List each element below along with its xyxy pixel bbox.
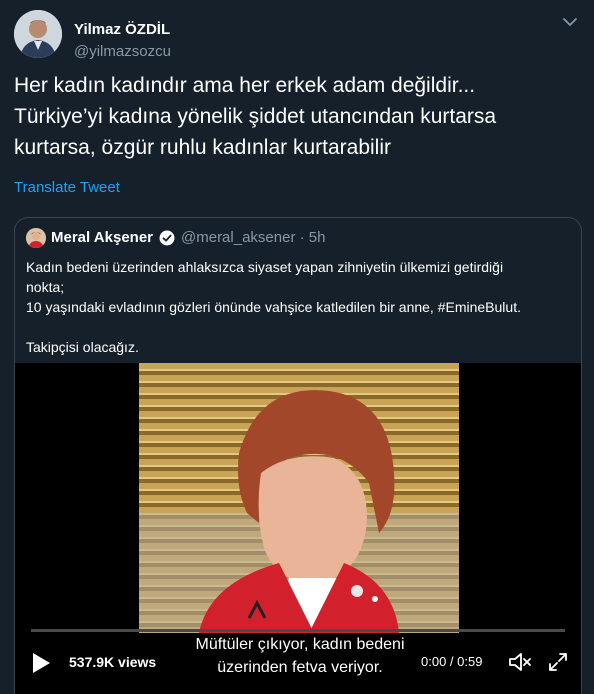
chevron-down-icon[interactable]	[560, 12, 580, 32]
quoted-author-handle[interactable]: @meral_aksener · 5h	[181, 229, 325, 246]
tweet-header: Yilmaz ÖZDİL @yilmazsozcu	[14, 10, 582, 60]
video-subtitle-line: Müftüler çıkıyor, kadın bedeni	[195, 636, 405, 653]
quoted-text-line: 10 yaşındaki evladının gözleri önünde va…	[26, 299, 521, 315]
quoted-text-line: nokta;	[26, 279, 65, 295]
video-view-count: 537.9K views	[69, 654, 157, 670]
video-frame[interactable]	[139, 363, 459, 633]
quoted-text-line: Takipçisi olacağız.	[26, 339, 139, 355]
fullscreen-icon[interactable]	[548, 652, 568, 672]
author-name[interactable]: Yilmaz ÖZDİL	[74, 21, 170, 38]
video-subtitle-line: üzerinden fetva veriyor.	[217, 659, 383, 676]
verified-badge-icon	[159, 230, 175, 246]
translate-tweet-link[interactable]: Translate Tweet	[14, 179, 120, 196]
video-time: 0:00 / 0:59	[421, 654, 483, 669]
quoted-author-name[interactable]: Meral Akşener	[51, 229, 153, 246]
tweet-text-line: Türkiye’yi kadına yönelik şiddet utancın…	[14, 105, 497, 128]
quoted-tweet-text: Kadın bedeni üzerinden ahlaksızca siyase…	[26, 257, 566, 357]
video-player[interactable]: Müftüler çıkıyor, kadın bedeni üzerinden…	[15, 363, 581, 694]
video-progress-bar[interactable]	[31, 629, 565, 632]
tweet-text-line: kurtarsa, özgür ruhlu kadınlar kurtarabi…	[14, 136, 391, 159]
quoted-text-line: Kadın bedeni üzerinden ahlaksızca siyase…	[26, 259, 504, 275]
author-handle[interactable]: @yilmazsozcu	[74, 43, 171, 60]
quoted-text-blank-line	[26, 317, 566, 337]
quoted-tweet[interactable]: Meral Akşener @meral_aksener · 5h Kadın …	[14, 217, 582, 694]
quoted-author-avatar[interactable]	[26, 228, 46, 248]
play-icon[interactable]	[31, 652, 51, 674]
author-avatar[interactable]	[14, 10, 62, 58]
tweet-text-line: Her kadın kadındır ama her erkek adam de…	[14, 74, 476, 97]
volume-icon[interactable]	[508, 651, 532, 673]
tweet-text: Her kadın kadındır ama her erkek adam de…	[14, 70, 574, 163]
